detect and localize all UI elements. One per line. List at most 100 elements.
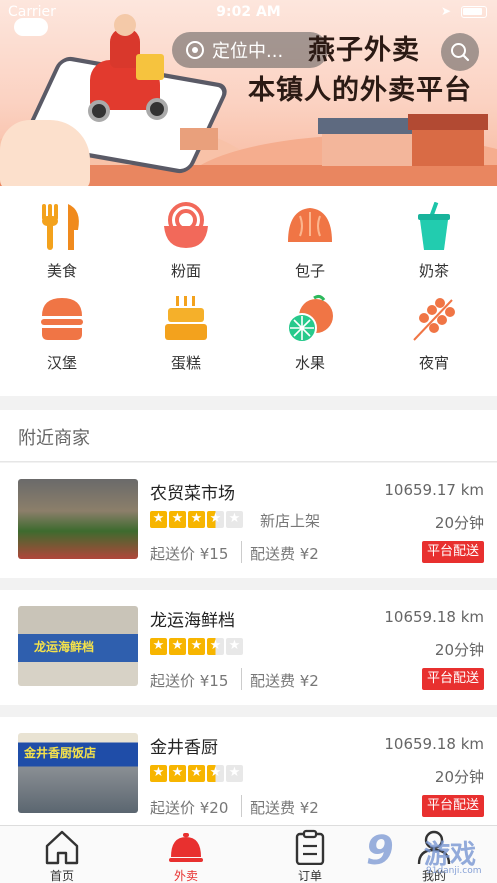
- tab-orders[interactable]: 订单: [248, 826, 372, 883]
- tab-label: 外卖: [173, 869, 198, 883]
- scooter-wheel: [146, 98, 168, 120]
- location-selector[interactable]: 定位中...: [172, 32, 328, 68]
- fruit-icon: [287, 294, 333, 343]
- burger-icon: [41, 298, 83, 340]
- star-icon: [150, 764, 167, 782]
- noodle-bowl-icon: [164, 202, 208, 248]
- shop-thumbnail: 龙运海鲜档: [18, 606, 138, 686]
- delivery-box-illustration: [136, 54, 164, 80]
- skewer-icon: [413, 298, 455, 341]
- star-empty-icon: [226, 510, 243, 528]
- milk-tea-icon: [418, 202, 450, 250]
- clipboard-icon: [295, 829, 325, 865]
- category-label: 水果: [294, 354, 325, 372]
- location-arrow-icon: ➤: [440, 4, 451, 18]
- tab-label: 首页: [49, 869, 74, 883]
- category-baozi[interactable]: 包子: [248, 186, 372, 280]
- star-empty-icon: [226, 637, 243, 655]
- category-hanbao[interactable]: 汉堡: [0, 278, 124, 372]
- cloche-icon: [169, 833, 203, 862]
- delivery-fee: 配送费 ¥2: [250, 799, 319, 817]
- shop-distance: 10659.18 km: [384, 735, 484, 753]
- shop-name: 龙运海鲜档: [150, 611, 235, 631]
- category-dangao[interactable]: 蛋糕: [124, 278, 248, 372]
- delivery-time: 20分钟: [434, 768, 484, 786]
- shop-name: 金井香厨: [150, 738, 218, 758]
- min-order: 起送价 ¥20: [150, 799, 229, 817]
- house-roof: [318, 118, 418, 134]
- star-icon: [150, 510, 167, 528]
- shop-name: 农贸菜市场: [150, 484, 235, 504]
- min-order: 起送价 ¥15: [150, 672, 229, 690]
- platform-delivery-badge: 平台配送: [421, 541, 484, 563]
- cake-icon: [165, 296, 207, 340]
- category-fenmian[interactable]: 粉面: [124, 186, 248, 280]
- shop-card[interactable]: 金井香厨饭店 金井香厨 10659.18 km 20分钟 起送价 ¥20 配送费…: [0, 717, 497, 825]
- divider: [241, 668, 242, 690]
- category-naicha[interactable]: 奶茶: [372, 186, 496, 280]
- shop-card[interactable]: 龙运海鲜档 龙运海鲜档 10659.18 km 20分钟 起送价 ¥15 配送费…: [0, 590, 497, 705]
- star-icon: [169, 510, 186, 528]
- house-illustration: [180, 128, 218, 150]
- category-shuiguo[interactable]: 水果: [248, 278, 372, 372]
- house-roof: [408, 114, 488, 130]
- search-icon: [451, 43, 470, 62]
- category-meishi[interactable]: 美食: [0, 186, 124, 280]
- scooter-wheel: [88, 100, 110, 122]
- shop-distance: 10659.18 km: [384, 608, 484, 626]
- shop-sign-text: 金井香厨饭店: [24, 746, 97, 760]
- star-icon: [150, 637, 167, 655]
- slogan-brand: 燕子外卖: [308, 35, 420, 66]
- star-half-icon: [207, 637, 224, 655]
- search-button[interactable]: [441, 33, 479, 71]
- watermark-number: 9: [366, 828, 394, 874]
- star-empty-icon: [226, 764, 243, 782]
- category-label: 汉堡: [46, 354, 77, 372]
- locate-icon: [186, 41, 204, 59]
- star-half-icon: [207, 764, 224, 782]
- location-label: 定位中...: [212, 41, 284, 62]
- shop-card[interactable]: 农贸菜市场 10659.17 km 新店上架 20分钟 起送价 ¥15 配送费 …: [0, 463, 497, 578]
- star-half-icon: [207, 510, 224, 528]
- platform-delivery-badge: 平台配送: [421, 795, 484, 817]
- category-label: 夜宵: [418, 354, 449, 372]
- status-bar: Carrier 9:02 AM ➤: [0, 2, 497, 22]
- shop-distance: 10659.17 km: [384, 481, 484, 499]
- header-banner: Carrier 9:02 AM ➤ 定位中... 燕子外卖 本镇人的外卖平台: [0, 0, 497, 186]
- tab-takeout[interactable]: 外卖: [124, 826, 248, 883]
- banner-hand-illustration: [0, 120, 90, 186]
- shop-thumbnail: [18, 479, 138, 559]
- category-grid: 美食 粉面 包子 奶茶 汉堡 蛋糕 水果 夜宵: [0, 186, 497, 396]
- rating-stars: [150, 510, 245, 529]
- rating-stars: [150, 764, 245, 783]
- shop-sign-text: 龙运海鲜档: [34, 640, 95, 654]
- tab-label: 订单: [297, 869, 322, 883]
- category-label: 蛋糕: [170, 354, 201, 372]
- divider: [241, 795, 242, 817]
- star-icon: [169, 764, 186, 782]
- delivery-fee: 配送费 ¥2: [250, 545, 319, 563]
- site-watermark: 9 游戏 91danji.com: [362, 826, 497, 883]
- clock: 9:02 AM: [216, 4, 281, 20]
- star-icon: [188, 637, 205, 655]
- star-icon: [169, 637, 186, 655]
- delivery-fee: 配送费 ¥2: [250, 672, 319, 690]
- tab-home[interactable]: 首页: [0, 826, 124, 883]
- nearby-section-header: 附近商家: [0, 410, 497, 462]
- nearby-title: 附近商家: [18, 428, 90, 449]
- star-icon: [188, 764, 205, 782]
- divider: [241, 541, 242, 563]
- platform-delivery-badge: 平台配送: [421, 668, 484, 690]
- delivery-time: 20分钟: [434, 514, 484, 532]
- slogan-tagline: 本镇人的外卖平台: [248, 75, 472, 106]
- star-icon: [188, 510, 205, 528]
- battery-icon: [461, 6, 487, 18]
- home-icon: [45, 830, 79, 865]
- bun-icon: [288, 208, 332, 242]
- rating-stars: [150, 637, 245, 656]
- fork-knife-icon: [42, 204, 79, 250]
- min-order: 起送价 ¥15: [150, 545, 229, 563]
- new-shop-tag: 新店上架: [260, 512, 321, 530]
- category-yexiao[interactable]: 夜宵: [372, 278, 496, 372]
- delivery-time: 20分钟: [434, 641, 484, 659]
